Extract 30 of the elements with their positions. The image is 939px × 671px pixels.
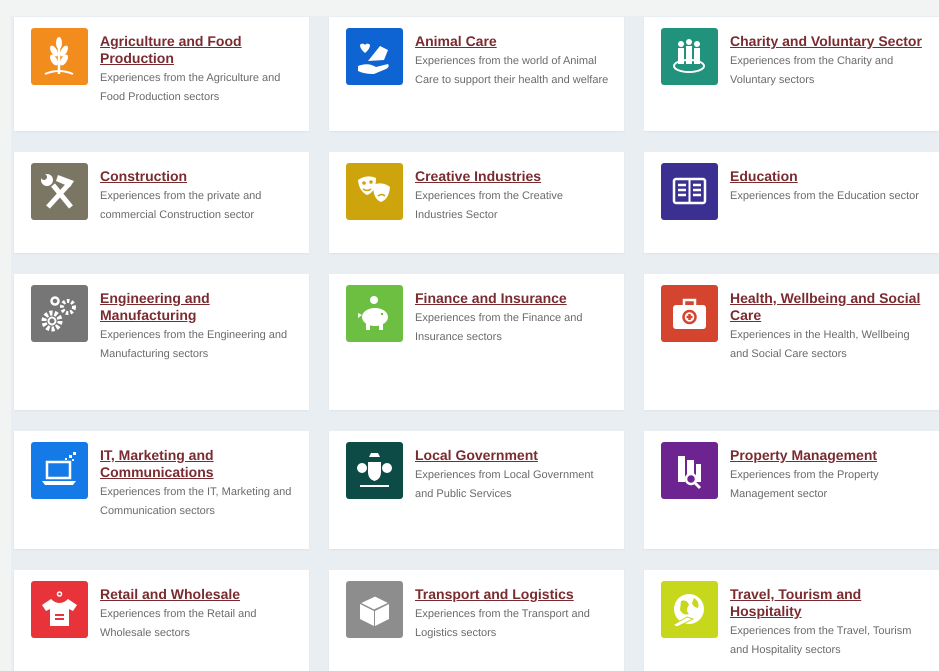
sector-description: Experiences from the Transport and Logistics sectors xyxy=(415,607,591,640)
sector-description: Experiences from the Education sector xyxy=(730,189,920,204)
sector-description: Experiences from the Agriculture and Food Production sectors xyxy=(100,71,282,104)
sector-description: Experiences from the Property Management sector xyxy=(730,468,880,502)
sector-link[interactable]: Engineering and Manufacturing xyxy=(100,290,296,324)
sector-link[interactable]: Travel, Tourism and Hospitality xyxy=(730,586,926,620)
sector-link[interactable]: Finance and Insurance xyxy=(415,290,611,307)
sector-description: Experiences from the Finance and Insurance sectors xyxy=(415,311,584,344)
sector-link[interactable]: Education xyxy=(730,168,926,185)
sector-link[interactable]: Animal Care xyxy=(415,33,611,50)
sector-description: Experiences from the IT, Marketing and Communication sectors xyxy=(100,485,292,518)
sector-link[interactable]: Charity and Voluntary Sector xyxy=(730,33,926,50)
sector-link[interactable]: Retail and Wholesale xyxy=(100,586,296,603)
sector-description: Experiences from Local Government and Public Services xyxy=(415,468,595,502)
sector-description: Experiences from the world of Animal Care to support their health and welfare xyxy=(415,54,610,88)
sector-link[interactable]: Local Government xyxy=(415,447,611,464)
sector-description: Experiences from the Retail and Wholesale sectors xyxy=(100,607,258,640)
sector-description: Experiences in the Health, Wellbeing and Social Care sectors xyxy=(730,328,911,362)
sector-link[interactable]: Creative Industries xyxy=(415,168,611,185)
sector-description: Experiences from the Charity and Voluntary sectors xyxy=(730,54,894,88)
sector-description: Experiences from the private and commercial Construction sector xyxy=(100,189,262,222)
sector-link[interactable]: Transport and Logistics xyxy=(415,586,611,603)
sector-description: Experiences from the Creative Industries Sector xyxy=(415,189,564,222)
sector-description: Experiences from the Engineering and Manufacturing sectors xyxy=(100,328,288,362)
sector-link[interactable]: Health, Wellbeing and Social Care xyxy=(730,290,926,324)
sector-link[interactable]: Agriculture and Food Production xyxy=(100,33,296,67)
sector-link[interactable]: Property Management xyxy=(730,447,926,464)
sector-description: Experiences from the Travel, Tourism and Hospitality sectors xyxy=(730,624,912,658)
sector-link[interactable]: Construction xyxy=(100,168,296,185)
sector-link[interactable]: IT, Marketing and Communications xyxy=(100,447,296,481)
